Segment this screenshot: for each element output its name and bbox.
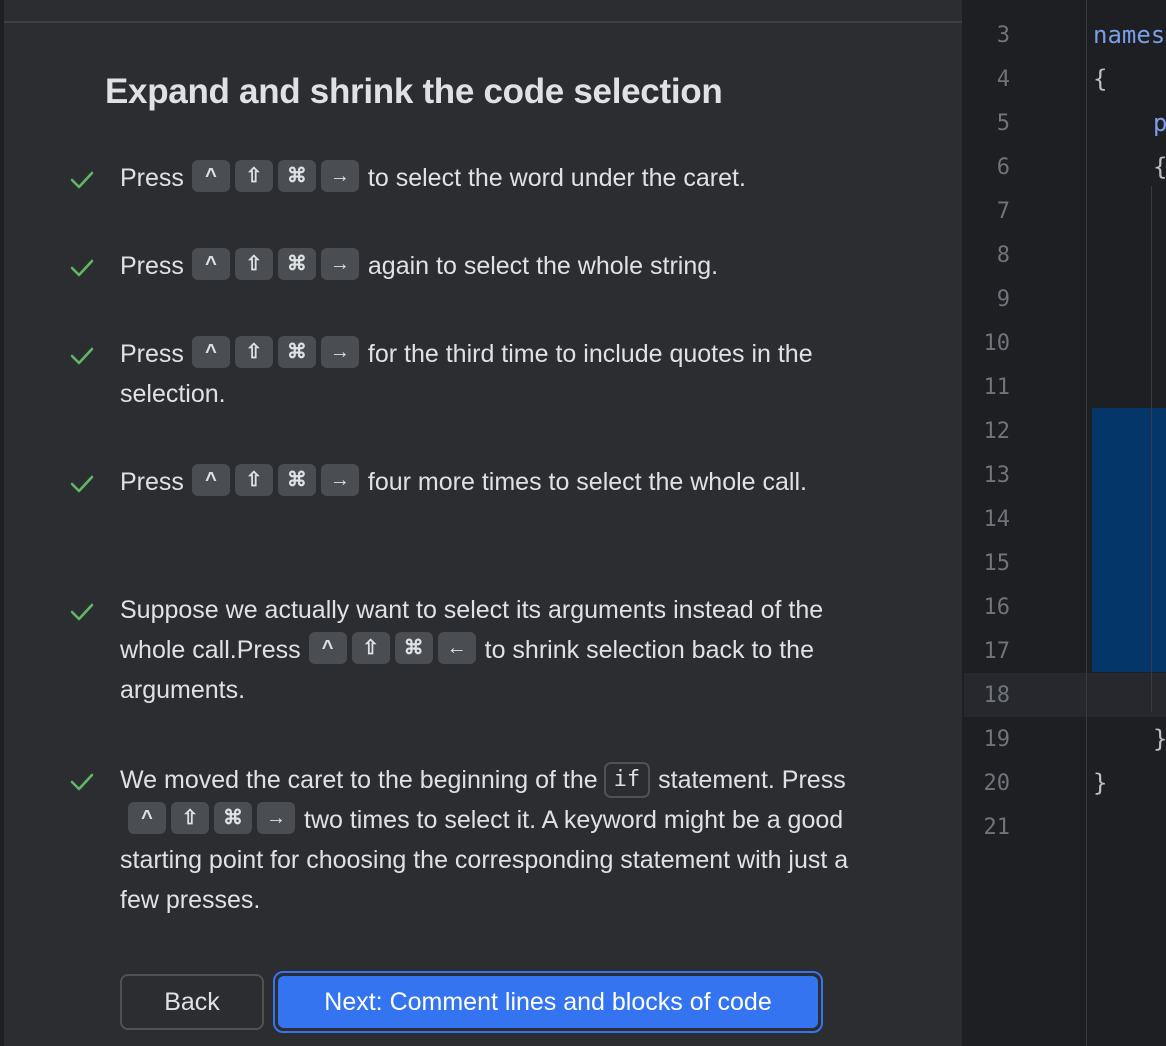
key-arrow: → <box>257 802 295 835</box>
key-command: ⌘ <box>214 802 252 835</box>
lesson-title: Expand and shrink the code selection <box>105 72 723 111</box>
line-number: 4 <box>996 67 1010 92</box>
line-number: 17 <box>983 639 1011 664</box>
shortcut-keys: ^ ⇧ ⌘ ← <box>308 630 476 670</box>
key-arrow: → <box>320 464 359 497</box>
code-brace: } <box>1153 725 1166 753</box>
key-arrow: ← <box>437 632 476 665</box>
key-shift: ⇧ <box>171 802 209 835</box>
key-shift: ⇧ <box>234 336 273 369</box>
line-number: 14 <box>983 507 1011 532</box>
step-text-before: Press <box>120 252 184 280</box>
checkmark-icon <box>70 773 94 791</box>
key-control: ^ <box>191 160 230 193</box>
back-button[interactable]: Back <box>120 974 264 1030</box>
checkmark-icon <box>70 171 94 189</box>
line-number: 13 <box>983 463 1011 488</box>
next-lesson-button[interactable]: Next: Comment lines and blocks of code <box>273 971 823 1033</box>
line-number: 21 <box>983 815 1011 840</box>
line-number: 7 <box>996 199 1010 224</box>
step-text-before: Press <box>120 468 184 496</box>
step-text-after: to select the word under the caret. <box>367 164 746 192</box>
step-text-middle: statement. Press <box>658 766 846 794</box>
shortcut-keys: ^ ⇧ ⌘ → <box>191 158 359 198</box>
line-number: 11 <box>983 375 1011 400</box>
line-number: 18 <box>983 683 1011 708</box>
line-number: 9 <box>996 287 1010 312</box>
key-command: ⌘ <box>277 336 316 369</box>
key-arrow: → <box>320 248 359 281</box>
key-command: ⌘ <box>277 248 316 281</box>
line-number: 6 <box>996 155 1010 180</box>
checkmark-icon <box>70 475 94 493</box>
code-brace: { <box>1153 153 1166 181</box>
key-shift: ⇧ <box>234 248 273 281</box>
lesson-panel: Expand and shrink the code selection Pre… <box>0 0 962 1046</box>
key-control: ^ <box>128 802 166 835</box>
step-text: Press ^ ⇧ ⌘ → four more times to select the w… <box>120 462 880 502</box>
step-text-after: again to select the whole string. <box>367 252 719 280</box>
shortcut-keys: ^ ⇧ ⌘ → <box>191 246 359 286</box>
step-text: Press ^ ⇧ ⌘ → to select the word under the ca… <box>120 158 880 198</box>
step-text-before: Press <box>120 340 184 368</box>
line-number: 19 <box>983 727 1011 752</box>
key-arrow: → <box>320 336 359 369</box>
line-number: 16 <box>983 595 1011 620</box>
line-number: 8 <box>996 243 1010 268</box>
step-text-after: four more times to select the whole call… <box>367 468 807 496</box>
key-shift: ⇧ <box>234 464 273 497</box>
key-shift: ⇧ <box>234 160 273 193</box>
key-command: ⌘ <box>394 632 433 665</box>
key-command: ⌘ <box>277 160 316 193</box>
step-text: Suppose we actually want to select its a… <box>120 590 880 710</box>
key-control: ^ <box>191 464 230 497</box>
line-number: 3 <box>996 23 1010 48</box>
indent-guide <box>1151 186 1152 712</box>
checkmark-icon <box>70 347 94 365</box>
key-control: ^ <box>308 632 347 665</box>
shortcut-keys: ^ ⇧ ⌘ → <box>128 800 295 840</box>
code-keyword-namespace: names <box>1093 21 1166 49</box>
key-command: ⌘ <box>277 464 316 497</box>
checkmark-icon <box>70 603 94 621</box>
panel-top-divider <box>4 21 962 23</box>
code-editor[interactable]: 3 4 5 6 7 8 9 10 11 12 13 14 15 16 17 18… <box>964 0 1166 1046</box>
panel-border <box>0 0 4 1046</box>
step-text: Press ^ ⇧ ⌘ → for the third time to include q… <box>120 334 880 414</box>
key-shift: ⇧ <box>351 632 390 665</box>
line-number: 5 <box>996 111 1010 136</box>
key-control: ^ <box>191 248 230 281</box>
key-arrow: → <box>320 160 359 193</box>
line-number: 12 <box>983 419 1011 444</box>
code-brace: { <box>1093 65 1108 93</box>
selection-highlight <box>1092 408 1166 672</box>
line-number: 10 <box>983 331 1011 356</box>
shortcut-keys: ^ ⇧ ⌘ → <box>191 334 359 374</box>
code-brace: } <box>1093 769 1108 797</box>
step-text: Press ^ ⇧ ⌘ → again to select the whole strin… <box>120 246 880 286</box>
key-control: ^ <box>191 336 230 369</box>
shortcut-keys: ^ ⇧ ⌘ → <box>191 462 359 502</box>
inline-code-keyword: if <box>603 762 651 798</box>
checkmark-icon <box>70 259 94 277</box>
line-number: 20 <box>983 771 1011 796</box>
line-number: 15 <box>983 551 1011 576</box>
code-keyword: p <box>1153 109 1166 137</box>
step-text-before: We moved the caret to the beginning of t… <box>120 766 598 794</box>
gutter-separator <box>1086 0 1087 1046</box>
step-text-before: Press <box>120 164 184 192</box>
next-lesson-label: Next: Comment lines and blocks of code <box>278 976 818 1028</box>
step-text: We moved the caret to the beginning of t… <box>120 760 880 920</box>
